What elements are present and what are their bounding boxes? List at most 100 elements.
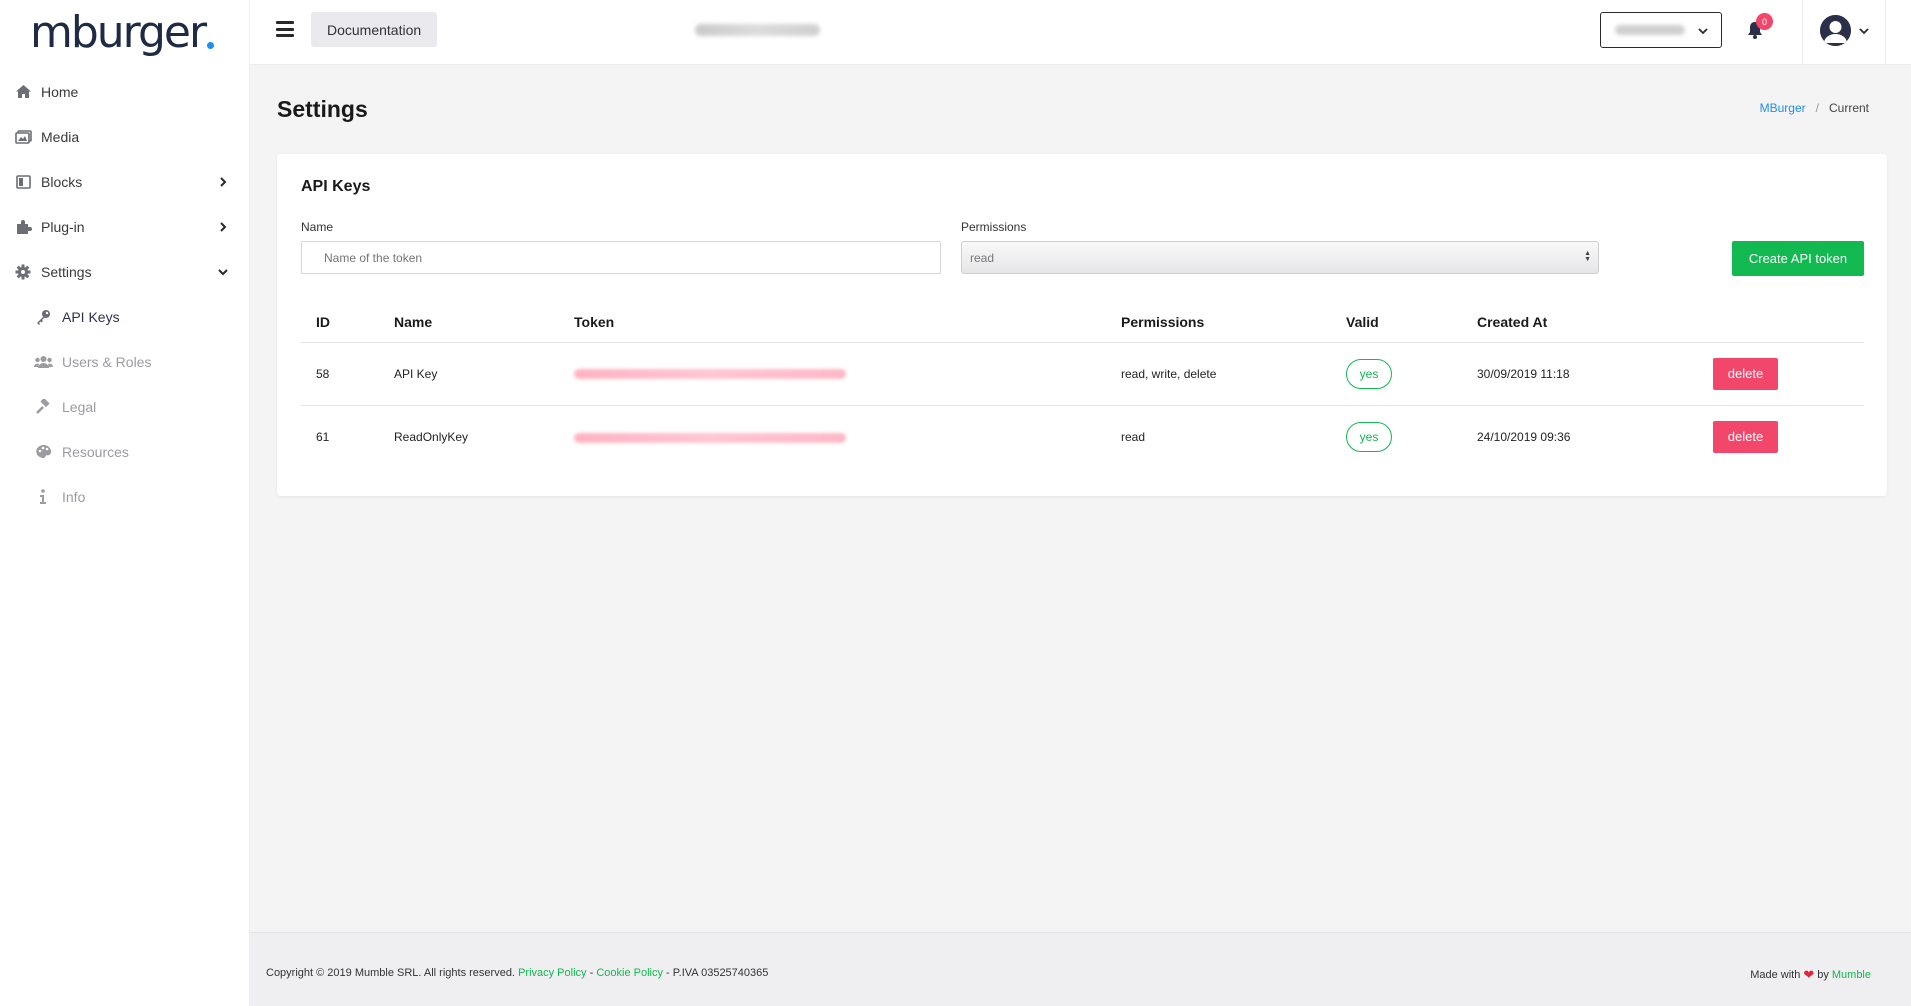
permissions-field-label: Permissions	[961, 220, 1027, 234]
logo-dot	[207, 42, 215, 49]
chevron-down-icon	[1698, 28, 1708, 35]
cell-token	[559, 404, 1106, 468]
cell-id: 58	[301, 341, 379, 405]
heart-icon: ❤	[1803, 967, 1815, 982]
made-with-text: Made with	[1750, 969, 1801, 981]
documentation-button[interactable]: Documentation	[311, 12, 438, 47]
cookie-policy-link[interactable]: Cookie Policy	[596, 967, 663, 979]
gear-icon	[13, 263, 33, 281]
cell-token	[559, 341, 1106, 405]
info-icon	[33, 488, 53, 506]
footer-credit: Made with ❤ by Mumble	[1750, 967, 1871, 983]
valid-badge: yes	[1346, 358, 1392, 389]
header-divider	[1885, 0, 1886, 65]
palette-icon	[33, 443, 53, 461]
sidebar-item-info[interactable]: Info	[0, 474, 249, 519]
notification-badge: 0	[1756, 13, 1773, 30]
footer-legal: Copyright © 2019 Mumble SRL. All rights …	[266, 967, 768, 979]
chevron-right-icon	[220, 221, 227, 232]
sidebar-item-label: Media	[41, 128, 80, 145]
header-divider	[1802, 0, 1803, 65]
page-title: Settings	[277, 96, 368, 122]
sidebar-item-home[interactable]: Home	[0, 69, 249, 114]
sidebar-subitem-label: Users & Roles	[62, 353, 152, 370]
delete-button[interactable]: delete	[1713, 420, 1778, 453]
sidebar-item-api-keys[interactable]: API Keys	[0, 294, 249, 339]
avatar[interactable]	[1820, 15, 1851, 46]
sidebar: mburger Home Media Blocks Plug-in Settin…	[0, 0, 250, 1006]
column-header-actions	[1698, 302, 1864, 342]
puzzle-icon	[13, 218, 33, 236]
delete-button[interactable]: delete	[1713, 357, 1778, 390]
sidebar-subitem-label: Legal	[62, 398, 97, 415]
table-header-row: ID Name Token Permissions Valid Created …	[301, 302, 1864, 342]
sidebar-nav: Home Media Blocks Plug-in Settings API K…	[0, 69, 249, 519]
privacy-policy-link[interactable]: Privacy Policy	[518, 967, 586, 979]
sidebar-item-media[interactable]: Media	[0, 114, 249, 159]
column-header-permissions: Permissions	[1121, 313, 1205, 330]
sidebar-item-label: Blocks	[41, 173, 83, 190]
sidebar-item-label: Home	[41, 83, 79, 100]
column-header-token: Token	[574, 313, 615, 330]
redacted-project-name	[1615, 25, 1685, 35]
cell-actions: delete	[1698, 341, 1864, 405]
gavel-icon	[33, 398, 53, 416]
column-header-id: ID	[316, 313, 330, 330]
cell-valid: yes	[1331, 404, 1462, 468]
name-field-label: Name	[301, 220, 334, 234]
sidebar-item-settings[interactable]: Settings	[0, 249, 249, 294]
book-icon	[13, 173, 33, 191]
sidebar-item-blocks[interactable]: Blocks	[0, 159, 249, 204]
images-icon	[13, 128, 33, 146]
sidebar-item-resources[interactable]: Resources	[0, 429, 249, 474]
redacted-token[interactable]	[574, 369, 846, 380]
select-arrows-icon: ▲ ▼	[1584, 250, 1591, 263]
column-header-name: Name	[394, 313, 433, 330]
chevron-down-icon	[218, 268, 228, 275]
cell-actions: delete	[1698, 404, 1864, 468]
sidebar-item-plugin[interactable]: Plug-in	[0, 204, 249, 249]
cell-permissions: read	[1106, 404, 1331, 468]
sidebar-item-legal[interactable]: Legal	[0, 384, 249, 429]
api-keys-card: API Keys Name Permissions read ▲▼ Create…	[277, 154, 1887, 496]
api-keys-table: ID Name Token Permissions Valid Created …	[301, 302, 1864, 468]
column-header-valid: Valid	[1346, 313, 1379, 330]
token-name-input[interactable]	[301, 241, 941, 274]
mumble-link[interactable]: Mumble	[1832, 969, 1871, 981]
card-title: API Keys	[301, 178, 371, 195]
project-selector[interactable]	[1600, 12, 1722, 48]
redacted-token[interactable]	[574, 432, 846, 443]
sidebar-item-label: Settings	[41, 263, 92, 280]
footer: Copyright © 2019 Mumble SRL. All rights …	[250, 932, 1911, 1006]
by-text: by	[1817, 969, 1829, 981]
cell-created-at: 30/09/2019 11:18	[1462, 341, 1698, 405]
vat-number: - P.IVA 03525740365	[666, 967, 769, 979]
sidebar-subitem-label: Resources	[62, 443, 129, 460]
cell-name: API Key	[379, 341, 559, 405]
breadcrumb: MBurger / Current	[1760, 101, 1869, 115]
table-row: 58 API Key read, write, delete yes 30/09…	[301, 341, 1864, 405]
sidebar-item-label: Plug-in	[41, 218, 85, 235]
top-bar: Documentation 0	[250, 0, 1911, 65]
table-row: 61 ReadOnlyKey read yes 24/10/2019 09:36…	[301, 404, 1864, 468]
create-api-token-button[interactable]: Create API token	[1732, 241, 1864, 276]
hamburger-menu-icon[interactable]	[276, 21, 294, 37]
cell-name: ReadOnlyKey	[379, 404, 559, 468]
sidebar-item-users-roles[interactable]: Users & Roles	[0, 339, 249, 384]
breadcrumb-separator: /	[1815, 101, 1819, 115]
footer-dash: -	[589, 967, 594, 979]
permissions-select[interactable]: read ▲ ▼	[961, 241, 1599, 274]
cell-permissions: read, write, delete	[1106, 341, 1331, 405]
home-icon	[13, 83, 33, 101]
chevron-right-icon	[220, 176, 227, 187]
cell-valid: yes	[1331, 341, 1462, 405]
mburger-logo[interactable]: mburger	[0, 0, 249, 65]
sidebar-subitem-label: Info	[62, 488, 86, 505]
permissions-selected-value: read	[970, 250, 995, 265]
column-header-created-at: Created At	[1477, 313, 1548, 330]
key-icon	[33, 308, 53, 326]
chevron-down-icon[interactable]	[1858, 25, 1870, 37]
cell-id: 61	[301, 404, 379, 468]
logo-text: mburger	[30, 7, 207, 58]
breadcrumb-root-link[interactable]: MBurger	[1760, 101, 1806, 115]
